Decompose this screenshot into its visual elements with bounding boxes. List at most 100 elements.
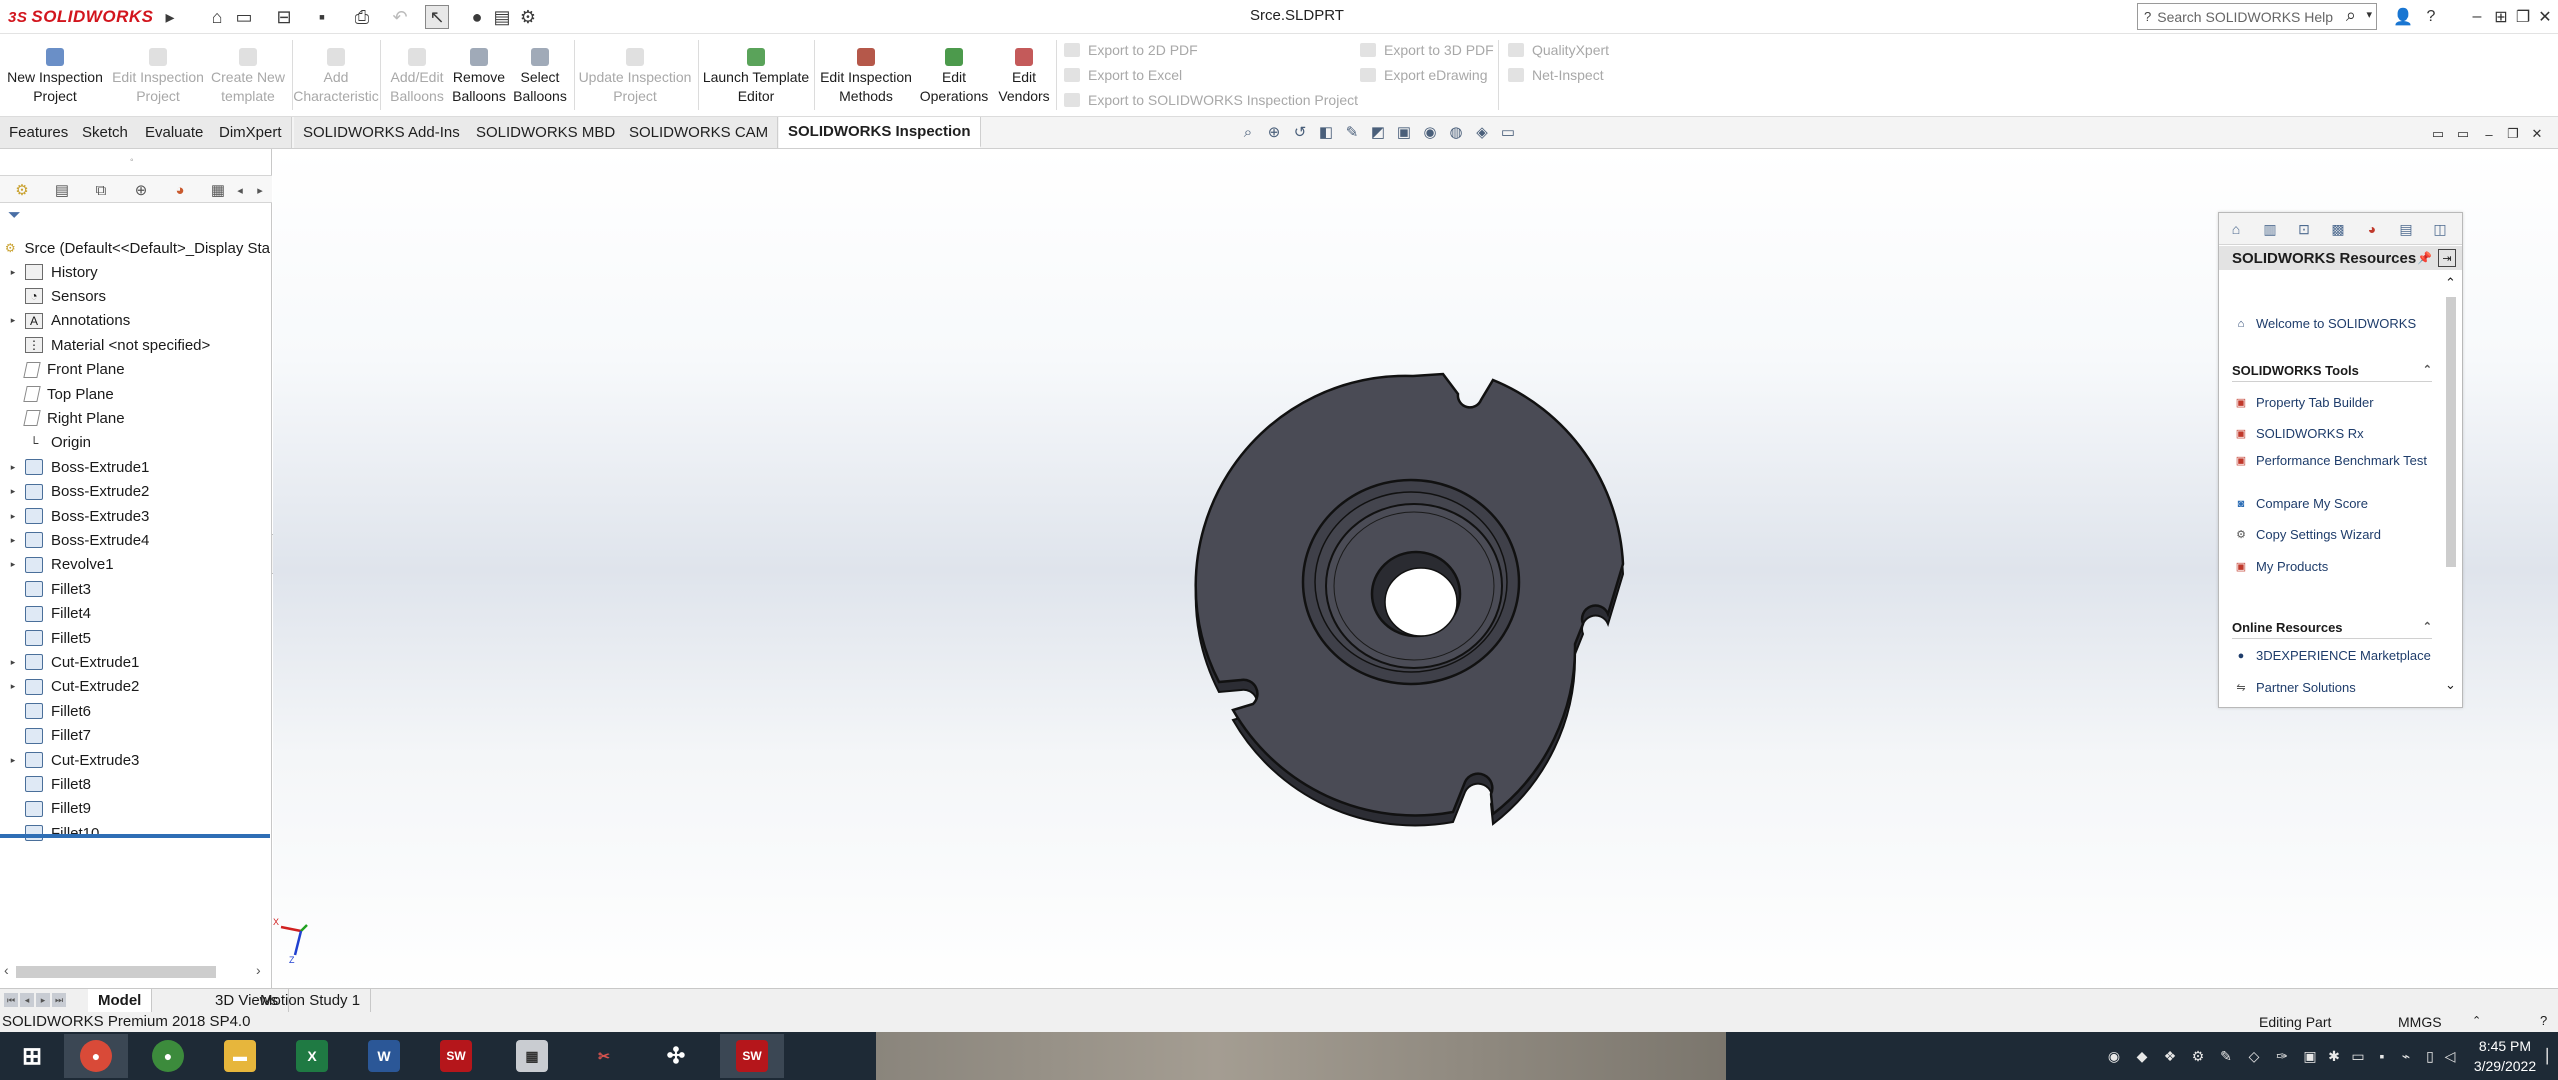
solidworks-logo[interactable]: 3S SOLIDWORKS: [8, 5, 158, 29]
save-icon[interactable]: ▪: [310, 5, 334, 29]
tree-item[interactable]: Fillet9: [0, 797, 270, 821]
antivirus-icon[interactable]: ◆: [2132, 1046, 2152, 1066]
traffic-light-icon[interactable]: ●: [465, 5, 489, 29]
export-2d-pdf-button[interactable]: Export to 2D PDF: [1064, 42, 1198, 58]
tray-app-icon[interactable]: ❖: [2160, 1046, 2180, 1066]
previous-view-icon[interactable]: ↺: [1290, 122, 1310, 142]
tab-solidworks-mbd[interactable]: SOLIDWORKS MBD: [467, 117, 626, 148]
tree-item[interactable]: ▸ Cut-Extrude1: [0, 650, 270, 674]
dropbox-icon[interactable]: ◇: [2244, 1046, 2264, 1066]
help-icon[interactable]: ?: [2420, 5, 2442, 29]
file-explorer-icon[interactable]: ▬: [208, 1034, 272, 1078]
expand-arrow-icon[interactable]: ▸: [7, 681, 19, 692]
solidworks-active-icon[interactable]: SW: [720, 1034, 784, 1078]
tree-item[interactable]: ▸ Revolve1: [0, 553, 270, 577]
tree-item[interactable]: Fillet6: [0, 699, 270, 723]
edit-appearance-icon[interactable]: ◍: [1446, 122, 1466, 142]
file-explorer-icon[interactable]: ⊡: [2291, 217, 2317, 241]
expand-arrow-icon[interactable]: ▸: [7, 462, 19, 473]
scroll-left-icon[interactable]: ‹: [4, 962, 9, 978]
tab-solidworks-addins[interactable]: SOLIDWORKS Add-Ins: [294, 117, 470, 148]
view-settings-icon[interactable]: ▭: [1498, 122, 1518, 142]
chevron-up-icon[interactable]: ⌃: [2472, 1014, 2481, 1027]
tree-item[interactable]: ▸ Cut-Extrude2: [0, 675, 270, 699]
create-new-template-button[interactable]: Create New template: [208, 48, 288, 106]
cam-manager-icon[interactable]: ▦: [206, 179, 230, 201]
nvidia-icon[interactable]: ▪: [2372, 1046, 2392, 1066]
partner-solutions-link[interactable]: ⇋ Partner Solutions: [2233, 680, 2433, 696]
chevron-down-icon[interactable]: ▾: [2366, 8, 2372, 21]
solidworks-taskbar-icon[interactable]: SW: [424, 1034, 488, 1078]
undo-icon[interactable]: ↶: [388, 5, 412, 29]
select-balloons-button[interactable]: Select Balloons: [510, 48, 570, 106]
resources-home-icon[interactable]: ⌂: [2223, 217, 2249, 241]
expand-arrow-icon[interactable]: ▸: [7, 267, 19, 278]
new-document-icon[interactable]: ▭: [232, 5, 256, 29]
snipping-tool-icon[interactable]: ✂: [572, 1034, 636, 1078]
volume-icon[interactable]: ◁: [2440, 1046, 2460, 1066]
graphics-area[interactable]: X Z ⌂ ▥ ⊡ ▩ ◕ ▤ ◫ SOLIDWORKS Resources 📌…: [273, 149, 2558, 992]
add-characteristic-button[interactable]: Add Characteristic: [292, 48, 380, 106]
export-edrawing-button[interactable]: Export eDrawing: [1360, 67, 1488, 83]
qualityxpert-button[interactable]: QualityXpert: [1508, 42, 1609, 58]
panel-splitter-handle[interactable]: ◦: [130, 155, 134, 166]
zoom-to-fit-icon[interactable]: ⌕: [1238, 122, 1258, 142]
search-icon[interactable]: ⌕: [2346, 5, 2356, 26]
search-help-input[interactable]: ? Search SOLIDWORKS Help ⌕ ▾: [2137, 3, 2377, 30]
last-tab-icon[interactable]: ⏭: [52, 993, 66, 1007]
tree-root-part[interactable]: ⚙ Srce (Default<<Default>_Display Sta: [0, 236, 270, 260]
restore-icon[interactable]: ❐: [2512, 5, 2534, 29]
edit-vendors-button[interactable]: Edit Vendors: [992, 48, 1056, 106]
launch-template-editor-button[interactable]: Launch Template Editor: [700, 48, 812, 106]
task-pane-scrollbar[interactable]: ⌃ ⌄: [2442, 273, 2460, 703]
chrome-icon[interactable]: ●: [64, 1034, 128, 1078]
propertymanager-icon[interactable]: ▤: [50, 179, 74, 201]
discord-icon[interactable]: ◉: [2104, 1046, 2124, 1066]
user-icon[interactable]: 👤: [2392, 5, 2414, 29]
appearances-icon[interactable]: ◕: [2359, 217, 2385, 241]
export-3d-pdf-button[interactable]: Export to 3D PDF: [1360, 42, 1494, 58]
doc-close-icon[interactable]: ✕: [2526, 122, 2548, 146]
pen-icon[interactable]: ✎: [2216, 1046, 2236, 1066]
bluetooth-icon[interactable]: ✱: [2324, 1046, 2344, 1066]
open-folder-icon[interactable]: ⊟: [272, 5, 296, 29]
custom-properties-icon[interactable]: ▤: [2393, 217, 2419, 241]
collapse-pane-icon[interactable]: ⇥: [2438, 249, 2456, 267]
expand-arrow-icon[interactable]: ▸: [7, 511, 19, 522]
edit-inspection-project-button[interactable]: Edit Inspection Project: [108, 48, 208, 106]
tree-item[interactable]: Front Plane: [0, 358, 270, 382]
tree-item[interactable]: ▸ Boss-Extrude3: [0, 504, 270, 528]
tree-item[interactable]: Fillet3: [0, 577, 270, 601]
filter-icon[interactable]: ⏷: [8, 207, 21, 225]
tree-item[interactable]: Fillet4: [0, 602, 270, 626]
tree-item[interactable]: ▸ Boss-Extrude2: [0, 480, 270, 504]
edit-operations-button[interactable]: Edit Operations: [918, 48, 990, 106]
expand-arrow-icon[interactable]: ▸: [7, 559, 19, 570]
doc-minimize-icon[interactable]: –: [2478, 122, 2500, 146]
minimize-icon[interactable]: –: [2466, 5, 2488, 29]
tree-item[interactable]: Fillet8: [0, 772, 270, 796]
display-icon[interactable]: ▣: [2300, 1046, 2320, 1066]
tree-item[interactable]: ▸ Boss-Extrude4: [0, 528, 270, 552]
usb-icon[interactable]: ⌁: [2396, 1046, 2416, 1066]
system-clock[interactable]: 8:45 PM 3/29/2022: [2462, 1036, 2548, 1076]
settings-tray-icon[interactable]: ⚙: [2188, 1046, 2208, 1066]
expand-arrow-icon[interactable]: ▸: [7, 315, 19, 326]
tools-section-header[interactable]: SOLIDWORKS Tools ⌃: [2232, 363, 2432, 382]
hide-show-items-icon[interactable]: ◉: [1420, 122, 1440, 142]
solidworks-rx-link[interactable]: ▣ SOLIDWORKS Rx: [2233, 426, 2433, 442]
displaymanager-icon[interactable]: ◕: [168, 179, 192, 201]
word-icon[interactable]: W: [352, 1034, 416, 1078]
tab-features[interactable]: Features: [0, 117, 79, 148]
network-icon[interactable]: ▯: [2420, 1046, 2440, 1066]
unit-system-selector[interactable]: MMGS: [2398, 1014, 2442, 1030]
scroll-right-icon[interactable]: ›: [256, 962, 261, 978]
my-products-link[interactable]: ▣ My Products: [2233, 559, 2433, 575]
marketplace-link[interactable]: ● 3DEXPERIENCE Marketplace: [2233, 648, 2433, 664]
edit-inspection-methods-button[interactable]: Edit Inspection Methods: [816, 48, 916, 106]
new-inspection-project-button[interactable]: New Inspection Project: [6, 48, 104, 106]
tree-item[interactable]: ▸ A Annotations: [0, 309, 270, 333]
pin-icon[interactable]: 📌: [2417, 251, 2432, 265]
print-icon[interactable]: ⎙: [350, 5, 374, 29]
tree-item[interactable]: Fillet7: [0, 724, 270, 748]
